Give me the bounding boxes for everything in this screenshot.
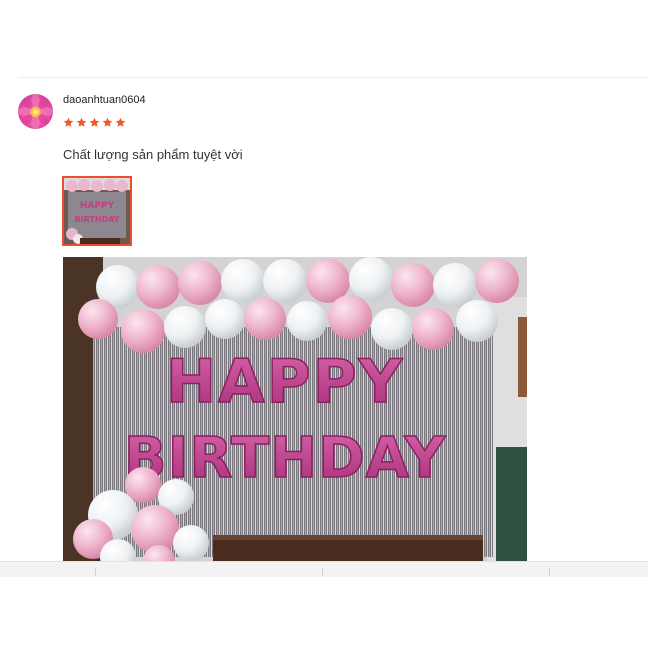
thumbnail-image: HAPPY BIRTHDAY [64, 178, 130, 244]
star-icon [76, 117, 87, 127]
toolbar-separator [95, 568, 96, 576]
toolbar-separator [322, 568, 323, 576]
flower-avatar-icon [18, 94, 53, 129]
star-icon [89, 117, 100, 127]
thumbnail-banner-line2: BIRTHDAY [75, 215, 120, 224]
bottom-toolbar [0, 561, 648, 577]
star-icon [102, 117, 113, 127]
photo-banner-line1: HAPPY [166, 347, 404, 417]
toolbar-separator [549, 568, 550, 576]
review-photo-image: HAPPY BIRTHDAY [63, 257, 527, 561]
product-review: daoanhtuan0604 Chất lượng sản phẩm tuyệt… [0, 0, 648, 648]
review-comment: Chất lượng sản phẩm tuyệt vời [63, 147, 243, 162]
rating-stars [63, 117, 126, 128]
review-photo[interactable]: HAPPY BIRTHDAY [63, 257, 527, 561]
thumbnail-banner-line1: HAPPY [80, 201, 115, 211]
star-icon [115, 117, 126, 127]
review-username[interactable]: daoanhtuan0604 [63, 94, 146, 106]
user-avatar[interactable] [18, 94, 53, 129]
review-photo-thumbnail[interactable]: HAPPY BIRTHDAY [62, 176, 132, 246]
star-icon [63, 117, 74, 127]
